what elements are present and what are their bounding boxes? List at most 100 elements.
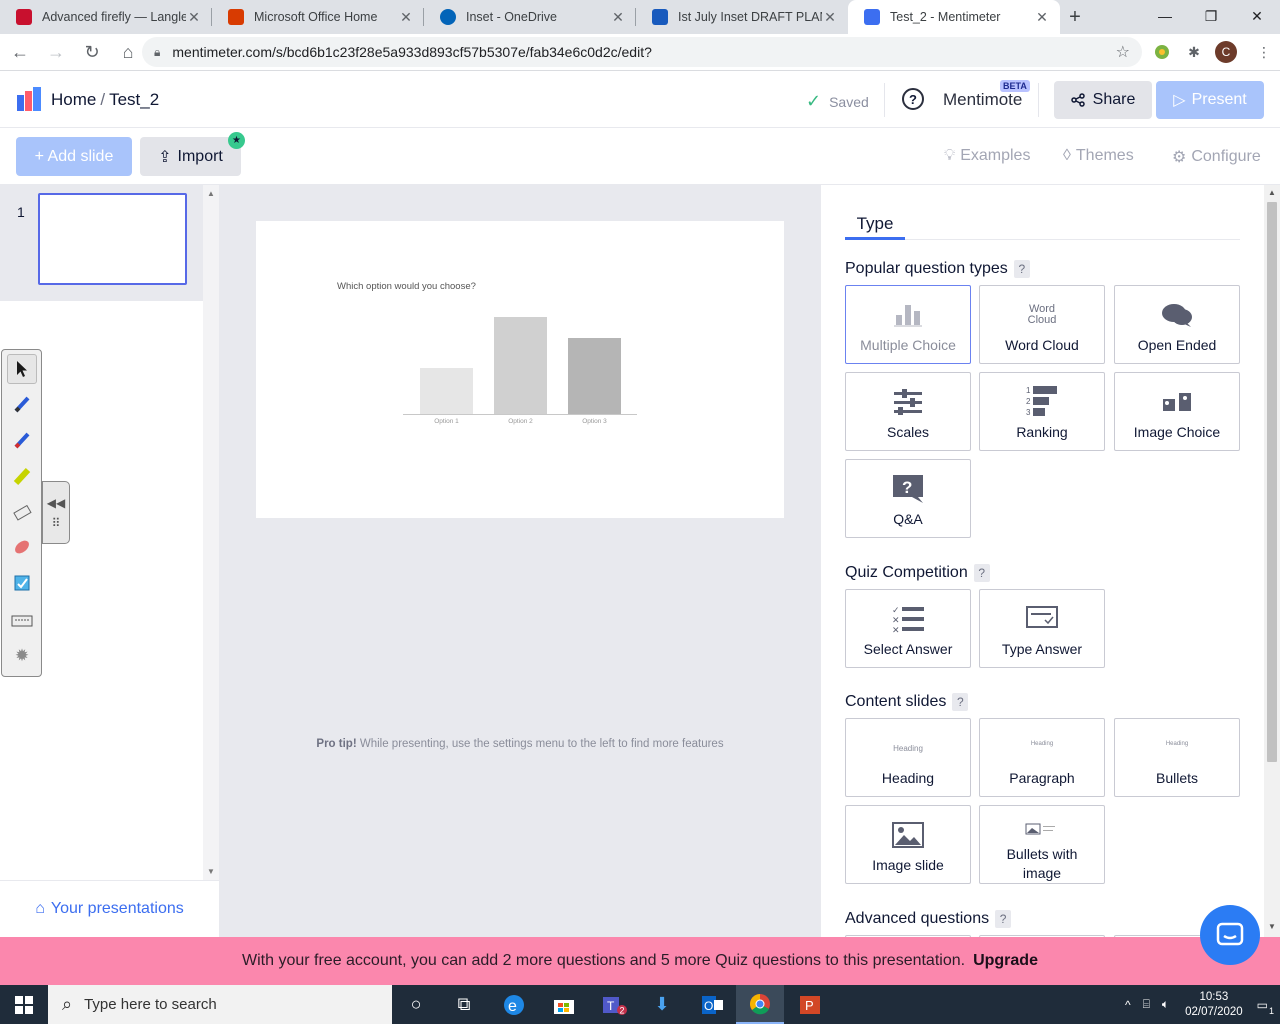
chat-support-button[interactable]: [1200, 905, 1260, 965]
configure-button[interactable]: ⚙ Configure: [1172, 147, 1261, 167]
new-tab-button[interactable]: +: [1060, 0, 1090, 34]
type-heading[interactable]: Heading Heading: [845, 718, 971, 797]
mentimeter-logo-icon[interactable]: [17, 87, 41, 111]
ink-toolbar-handle[interactable]: ◀◀ ⠿: [42, 481, 70, 544]
type-qa[interactable]: ? Q&A: [845, 459, 971, 538]
type-paragraph[interactable]: Heading Paragraph: [979, 718, 1105, 797]
teams-icon[interactable]: T2: [590, 985, 638, 1024]
task-view-icon[interactable]: ⧉: [440, 985, 488, 1024]
collapse-icon[interactable]: ◀◀: [47, 496, 65, 510]
eraser-icon[interactable]: [7, 496, 37, 526]
scroll-up-icon[interactable]: ▲: [1268, 188, 1276, 197]
type-image-slide[interactable]: Image slide: [845, 805, 971, 884]
notifications-icon[interactable]: ▭ 1: [1257, 998, 1274, 1016]
store-icon[interactable]: [540, 985, 588, 1024]
restore-icon[interactable]: ❐: [1188, 0, 1234, 32]
taskbar-clock[interactable]: 10:53 02/07/2020: [1185, 990, 1243, 1020]
pen-blue-icon[interactable]: [7, 389, 37, 419]
themes-button[interactable]: ◊ Themes: [1063, 147, 1134, 165]
network-icon[interactable]: ⌸: [1143, 997, 1150, 1012]
browser-tab[interactable]: Microsoft Office Home ✕: [212, 0, 424, 34]
slide-list-item[interactable]: 1: [0, 185, 203, 301]
slide-preview[interactable]: Which option would you choose? Option 1 O…: [256, 221, 784, 518]
type-bullets[interactable]: Heading Bullets: [1114, 718, 1240, 797]
type-type-answer[interactable]: Type Answer: [979, 589, 1105, 668]
help-icon[interactable]: ?: [952, 693, 969, 711]
close-tab-icon[interactable]: ✕: [186, 9, 202, 26]
right-panel-scrollbar[interactable]: ▲ ▼: [1264, 185, 1280, 937]
powerpoint-icon[interactable]: P: [786, 985, 834, 1024]
drag-grip-icon[interactable]: ⠿: [52, 516, 61, 530]
keyboard-icon[interactable]: [7, 606, 37, 636]
back-icon[interactable]: ←: [4, 36, 36, 68]
share-button[interactable]: Share: [1054, 81, 1152, 119]
upgrade-link[interactable]: Upgrade: [973, 952, 1038, 970]
your-presentations-link[interactable]: ⌂ Your presentations: [0, 880, 219, 937]
type-multiple-choice[interactable]: Multiple Choice: [845, 285, 971, 364]
examples-button[interactable]: 💡︎ Examples: [944, 147, 1030, 165]
minimize-icon[interactable]: —: [1142, 0, 1188, 32]
browser-tab-active[interactable]: Test_2 - Mentimeter ✕: [848, 0, 1060, 34]
import-button[interactable]: ⇪ Import: [140, 137, 241, 176]
bookmark-star-icon[interactable]: ☆: [1116, 42, 1130, 62]
select-arrow-icon[interactable]: [7, 354, 37, 384]
scrollbar-thumb[interactable]: [1267, 202, 1277, 762]
type-scales[interactable]: Scales: [845, 372, 971, 451]
close-tab-icon[interactable]: ✕: [1034, 9, 1050, 26]
help-icon[interactable]: ?: [1013, 260, 1030, 278]
tab-type[interactable]: Type: [845, 214, 905, 234]
present-button[interactable]: ▷ Present: [1156, 81, 1264, 119]
chrome-icon[interactable]: [736, 985, 784, 1024]
browser-tab[interactable]: Ist July Inset DRAFT PLANS ✕: [636, 0, 848, 34]
volume-icon[interactable]: 🔈︎: [1162, 997, 1169, 1012]
extension-icon[interactable]: [1151, 41, 1173, 63]
type-image-choice[interactable]: Image Choice: [1114, 372, 1240, 451]
scroll-up-icon[interactable]: ▲: [207, 189, 215, 198]
tab-title: Ist July Inset DRAFT PLANS: [678, 10, 822, 24]
close-tab-icon[interactable]: ✕: [822, 9, 838, 26]
slide-number: 1: [17, 204, 25, 220]
slide-thumbnail[interactable]: [38, 193, 187, 285]
close-tab-icon[interactable]: ✕: [610, 9, 626, 26]
highlighter-icon[interactable]: [7, 461, 37, 491]
add-slide-button[interactable]: + Add slide: [16, 137, 132, 176]
download-icon[interactable]: ⬇: [638, 985, 686, 1024]
question-bubble-icon: ?: [846, 474, 970, 504]
help-icon[interactable]: ?: [973, 564, 990, 582]
breadcrumb-home[interactable]: Home: [51, 90, 96, 109]
type-bullets-with-image[interactable]: Bullets with image: [979, 805, 1105, 884]
presentation-title[interactable]: Test_2: [109, 90, 159, 109]
notebook-icon[interactable]: [7, 568, 37, 598]
outlook-icon[interactable]: O: [688, 985, 736, 1024]
browser-tab[interactable]: Advanced firefly — Langley ✕: [0, 0, 212, 34]
extensions-puzzle-icon[interactable]: ✱: [1183, 41, 1205, 63]
windows-start-icon[interactable]: [0, 985, 48, 1024]
forward-icon[interactable]: →: [40, 36, 72, 68]
home-icon[interactable]: ⌂: [112, 36, 144, 68]
show-hidden-icons[interactable]: ^: [1125, 998, 1131, 1012]
profile-avatar[interactable]: C: [1215, 41, 1237, 63]
settings-icon[interactable]: ✹: [7, 641, 37, 671]
magic-pen-icon[interactable]: [7, 532, 37, 562]
scroll-down-icon[interactable]: ▼: [1268, 922, 1276, 931]
url-input[interactable]: 🔒︎ mentimeter.com/s/bcd6b1c23f28e5a933d8…: [142, 37, 1142, 67]
type-open-ended[interactable]: Open Ended: [1114, 285, 1240, 364]
type-word-cloud[interactable]: Word Cloud Word Cloud: [979, 285, 1105, 364]
slide-list-scrollbar[interactable]: ▲ ▼: [203, 185, 219, 937]
browser-tab[interactable]: Inset - OneDrive ✕: [424, 0, 636, 34]
edge-icon[interactable]: e: [490, 985, 538, 1024]
type-select-answer[interactable]: ✓ ✕ ✕ Select Answer: [845, 589, 971, 668]
pen-red-icon[interactable]: [7, 425, 37, 455]
close-window-icon[interactable]: ✕: [1234, 0, 1280, 32]
svg-text:?: ?: [902, 478, 912, 497]
close-tab-icon[interactable]: ✕: [398, 9, 414, 26]
help-icon[interactable]: ?: [995, 910, 1012, 928]
chrome-menu-icon[interactable]: ⋮: [1253, 41, 1275, 63]
scroll-down-icon[interactable]: ▼: [207, 867, 215, 876]
reload-icon[interactable]: ↻: [76, 36, 108, 68]
cortana-icon[interactable]: ○: [392, 985, 440, 1024]
taskbar-search-input[interactable]: ⌕ Type here to search: [48, 985, 392, 1024]
type-ranking[interactable]: 123 Ranking: [979, 372, 1105, 451]
help-icon[interactable]: ?: [902, 88, 924, 110]
mentimote-button[interactable]: Mentimote: [943, 90, 1022, 110]
